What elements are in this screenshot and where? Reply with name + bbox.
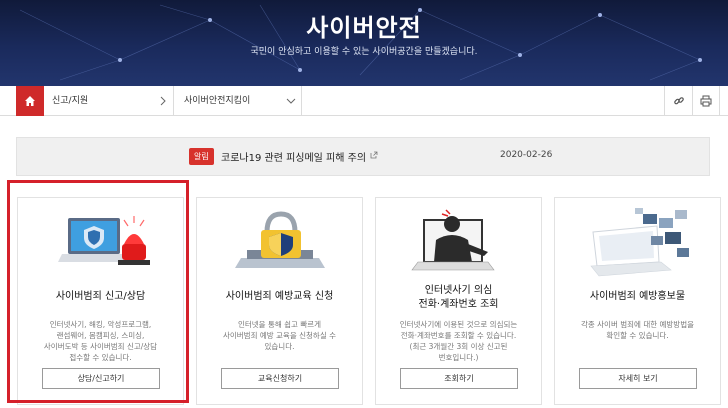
card-description-line: 사이버범죄 예방 교육을 신청하실 수 [222, 331, 337, 340]
card-title: 사이버범죄 예방홍보물 [589, 291, 686, 302]
lookup-button[interactable]: 조회하기 [400, 368, 518, 389]
banner-title: 사이버안전 [306, 14, 422, 42]
selection-highlight [7, 180, 189, 403]
card-description-line: 확인할 수 있습니다. [606, 331, 669, 340]
card-prevention-education: 사이버범죄 예방교육 신청 인터넷을 통해 쉽고 빠르게 사이버범죄 예방 교육… [196, 197, 363, 405]
page: 사이버안전 국민이 안심하고 이용할 수 있는 사이버공간을 만들겠습니다. 신… [0, 0, 728, 408]
home-button[interactable] [16, 86, 44, 116]
chevron-right-icon [160, 96, 166, 106]
print-icon [700, 95, 712, 107]
breadcrumb: 신고/지원 사이버안전지킴이 [0, 86, 728, 116]
card-description-line: 인터넷사기에 이용된 것으로 의심되는 [399, 320, 518, 329]
link-icon [673, 97, 684, 105]
card-title: 인터넷사기 의심 전화·계좌번호 조회 [376, 284, 541, 312]
card-description-line: 있습니다. [264, 342, 295, 351]
laptop-gallery-icon [590, 208, 689, 277]
view-more-button[interactable]: 자세히 보기 [579, 368, 697, 389]
notice-bar[interactable]: 알림 코로나19 관련 피싱메일 피해 주의 2020-02-26 [16, 137, 710, 176]
card-description-line: 각종 사이버 범죄에 대한 예방방법을 [580, 320, 695, 329]
card-description-line: 전화·계좌번호를 조회할 수 있습니다. [400, 331, 517, 340]
chevron-down-icon [286, 98, 296, 104]
home-icon [25, 96, 35, 106]
copy-link-button[interactable] [664, 86, 692, 116]
banner-subtitle: 국민이 안심하고 이용할 수 있는 사이버공간을 만들겠습니다. [250, 47, 478, 57]
breadcrumb-level2-label: 사이버안전지킴이 [184, 96, 251, 106]
card-description-line: (최근 3개월간 3회 이상 신고된 [409, 342, 508, 351]
card-description: 각종 사이버 범죄에 대한 예방방법을 확인할 수 있습니다. [567, 319, 708, 341]
card-description-line: 번호입니다.) [438, 353, 479, 362]
banner: 사이버안전 국민이 안심하고 이용할 수 있는 사이버공간을 만들겠습니다. [0, 0, 728, 86]
card-prevention-materials: 사이버범죄 예방홍보물 각종 사이버 범죄에 대한 예방방법을 확인할 수 있습… [554, 197, 721, 405]
notice-link[interactable]: 코로나19 관련 피싱메일 피해 주의 [221, 149, 366, 164]
card-title-line: 전화·계좌번호 조회 [418, 299, 499, 310]
education-apply-button[interactable]: 교육신청하기 [221, 368, 339, 389]
card-description-line: 인터넷을 통해 쉽고 빠르게 [237, 320, 322, 329]
notice-badge: 알림 [189, 148, 214, 165]
card-description: 인터넷사기에 이용된 것으로 의심되는 전화·계좌번호를 조회할 수 있습니다.… [388, 319, 529, 363]
laptop-lock-shield-icon [235, 211, 325, 268]
breadcrumb-level1[interactable]: 신고/지원 [44, 86, 174, 116]
print-button[interactable] [692, 86, 720, 116]
card-description: 인터넷을 통해 쉽고 빠르게 사이버범죄 예방 교육을 신청하실 수 있습니다. [209, 319, 350, 352]
breadcrumb-level1-label: 신고/지원 [52, 96, 89, 106]
laptop-hacker-icon [411, 209, 495, 271]
card-fraud-number-lookup: 인터넷사기 의심 전화·계좌번호 조회 인터넷사기에 이용된 것으로 의심되는 … [375, 197, 542, 405]
card-title-line: 인터넷사기 의심 [424, 285, 493, 296]
external-link-icon [370, 151, 378, 159]
breadcrumb-level2-dropdown[interactable]: 사이버안전지킴이 [174, 86, 302, 116]
notice-date: 2020-02-26 [500, 150, 553, 160]
card-title: 사이버범죄 예방교육 신청 [225, 291, 334, 302]
